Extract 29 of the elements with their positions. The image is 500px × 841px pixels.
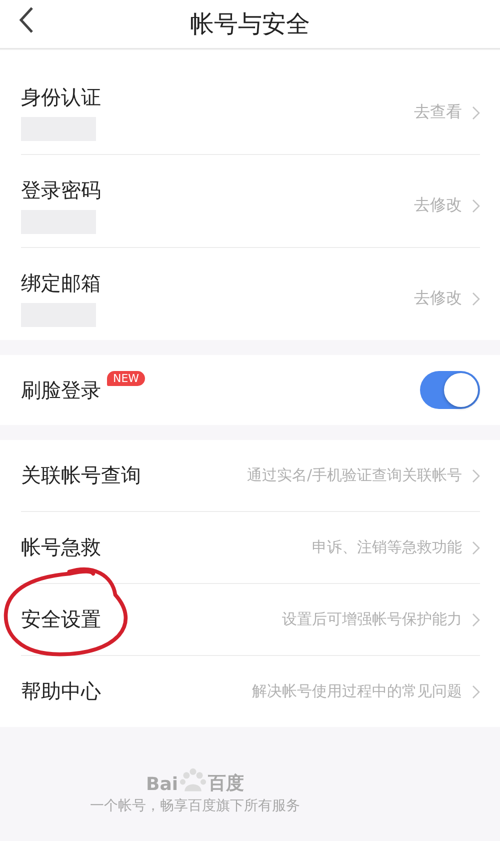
row-detail: 去查看 — [414, 102, 462, 123]
row-label: 身份认证 — [21, 84, 101, 111]
new-badge: NEW — [107, 370, 146, 386]
chevron-icon — [472, 540, 480, 554]
back-icon[interactable] — [18, 6, 34, 34]
logo-text: 百度 — [208, 772, 244, 795]
slogan-text: 一个帐号，畅享百度旗下所有服务 — [90, 797, 300, 815]
chevron-icon — [472, 684, 480, 698]
row-detail: 去修改 — [414, 288, 462, 309]
row-detail: 去修改 — [414, 195, 462, 216]
row-detail: 通过实名/手机验证查询关联帐号 — [246, 466, 462, 485]
row-label: 绑定邮箱 — [21, 270, 101, 297]
chevron-icon — [472, 468, 480, 482]
row-label: 关联帐号查询 — [21, 462, 141, 489]
row-detail: 解决帐号使用过程中的常见问题 — [252, 682, 462, 701]
logo-text: Bai — [146, 774, 178, 795]
row-label: 登录密码 — [21, 177, 101, 204]
chevron-icon — [472, 198, 480, 212]
row-detail: 申诉、注销等急救功能 — [312, 538, 462, 557]
chevron-icon — [472, 612, 480, 626]
row-label: 安全设置 — [21, 606, 101, 633]
chevron-icon — [472, 106, 480, 120]
chevron-icon — [472, 292, 480, 306]
row-detail: 设置后可增强帐号保护能力 — [282, 610, 462, 629]
row-label: 刷脸登录 — [21, 376, 101, 404]
row-label: 帮助中心 — [21, 678, 101, 705]
page-title: 帐号与安全 — [190, 9, 310, 40]
toggle-switch[interactable] — [420, 371, 480, 409]
row-label: 帐号急救 — [21, 534, 101, 561]
